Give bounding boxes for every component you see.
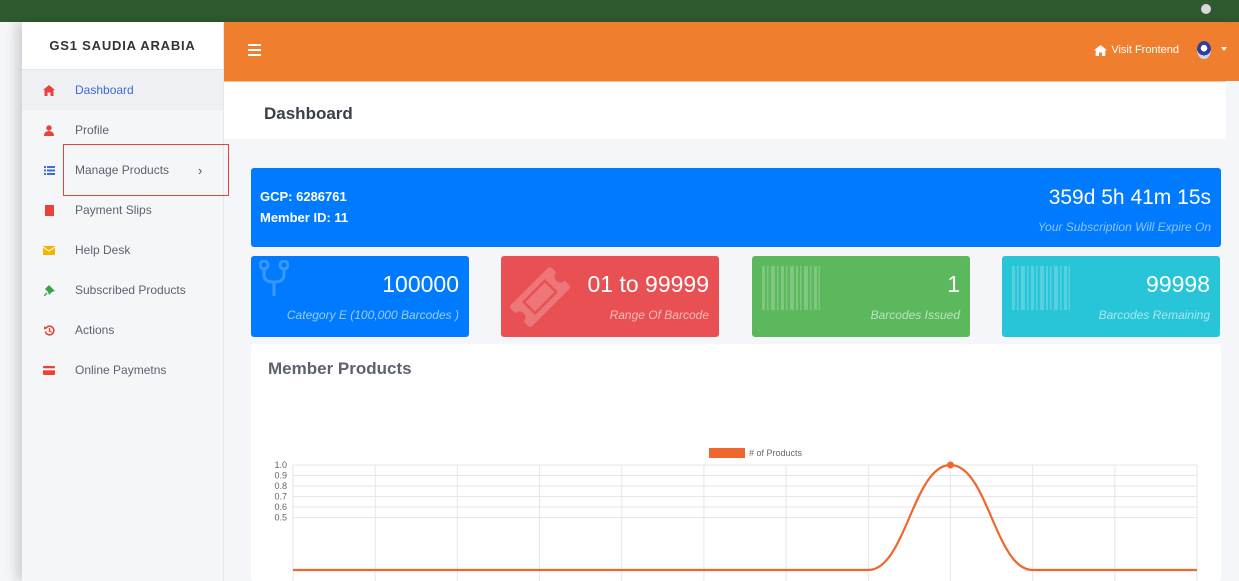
sidebar-item-help-desk[interactable]: Help Desk — [22, 230, 223, 270]
sidebar-item-label: Help Desk — [75, 243, 131, 257]
caret-down-icon[interactable] — [1221, 47, 1227, 51]
sidebar-item-manage-products[interactable]: Manage Products › — [22, 150, 223, 190]
sidebar-item-label: Manage Products — [75, 163, 170, 177]
subscription-expiry-label: Your Subscription Will Expire On — [1037, 220, 1211, 234]
subscription-countdown: 359d 5h 41m 15s — [1048, 186, 1211, 209]
y-tick-label: 0.7 — [274, 492, 287, 502]
sidebar-item-label: Dashboard — [75, 83, 134, 97]
list-icon — [42, 163, 56, 177]
credit-card-icon — [42, 363, 56, 377]
stat-card-category: 100000 Category E (100,000 Barcodes ) — [251, 256, 469, 337]
sidebar-item-dashboard[interactable]: Dashboard — [22, 70, 223, 110]
y-tick-label: 0.5 — [274, 513, 287, 523]
visit-frontend-label: Visit Frontend — [1111, 44, 1179, 56]
sidebar-item-profile[interactable]: Profile — [22, 110, 223, 150]
sidebar-item-label: Subscribed Products — [75, 283, 186, 297]
fork-icon — [259, 260, 289, 296]
user-icon — [42, 123, 56, 137]
ticket-icon — [510, 267, 570, 327]
data-point — [946, 461, 954, 469]
visit-frontend-link[interactable]: Visit Frontend — [1094, 44, 1179, 56]
home-icon — [1094, 44, 1108, 56]
stat-label: Range Of Barcode — [609, 308, 709, 322]
window-control-dot[interactable] — [1201, 4, 1211, 14]
barcode-icon — [1012, 266, 1070, 310]
barcode-icon — [762, 266, 820, 310]
stat-card-issued: 1 Barcodes Issued — [752, 256, 970, 337]
user-menu[interactable] — [1197, 39, 1215, 61]
stat-label: Category E (100,000 Barcodes ) — [286, 308, 459, 322]
stat-card-remaining: 99998 Barcodes Remaining — [1002, 256, 1220, 337]
y-tick-label: 0.6 — [274, 502, 287, 512]
chevron-right-icon: › — [198, 162, 203, 178]
app-frame: GS1 SAUDIA ARABIA Dashboard Profile Mana… — [22, 22, 1239, 581]
sidebar-item-actions[interactable]: Actions — [22, 310, 223, 350]
brand-logo-text[interactable]: GS1 SAUDIA ARABIA — [22, 22, 223, 70]
member-id-text: Member ID: 11 — [260, 210, 349, 225]
stat-label: Barcodes Issued — [870, 308, 960, 322]
thumbtack-icon — [42, 283, 56, 297]
legend-label: # of Products — [749, 448, 803, 458]
member-products-chart: 1.00.90.80.70.60.5 # of Products — [274, 448, 1198, 581]
subscription-banner: GCP: 6286761 Member ID: 11 359d 5h 41m 1… — [251, 168, 1221, 247]
stat-card-range: 01 to 99999 Range Of Barcode — [501, 256, 719, 337]
menu-toggle-icon[interactable] — [248, 44, 261, 56]
stat-value: 100000 — [382, 271, 459, 297]
envelope-icon — [42, 243, 56, 257]
sidebar-item-label: Payment Slips — [75, 203, 152, 217]
sidebar-item-online-payments[interactable]: Online Paymetns — [22, 350, 223, 390]
stat-value: 1 — [947, 271, 960, 297]
page-title: Dashboard — [264, 104, 353, 123]
sidebar-item-label: Profile — [75, 123, 110, 137]
top-navbar: Visit Frontend — [224, 22, 1239, 81]
sidebar-nav: Dashboard Profile Manage Products › Paym… — [22, 70, 223, 390]
y-tick-label: 0.9 — [274, 471, 287, 481]
avatar[interactable] — [1197, 41, 1211, 59]
window-top-strip — [0, 0, 1239, 22]
sidebar-item-label: Online Paymetns — [75, 363, 167, 377]
y-tick-label: 1.0 — [274, 460, 287, 470]
gcp-text: GCP: 6286761 — [260, 189, 347, 204]
y-tick-label: 0.8 — [274, 481, 287, 491]
sidebar-item-subscribed-products[interactable]: Subscribed Products — [22, 270, 223, 310]
stat-label: Barcodes Remaining — [1098, 308, 1210, 322]
sidebar-item-payment-slips[interactable]: Payment Slips — [22, 190, 223, 230]
page-header: Dashboard — [224, 81, 1226, 139]
home-icon — [42, 83, 56, 97]
sidebar-item-label: Actions — [75, 323, 115, 337]
file-icon — [42, 203, 56, 217]
stat-value: 99998 — [1146, 271, 1210, 297]
history-icon — [42, 323, 56, 337]
sidebar: GS1 SAUDIA ARABIA Dashboard Profile Mana… — [22, 22, 224, 581]
stat-value: 01 to 99999 — [587, 271, 709, 297]
member-products-panel: Member Products 1.0 0.9 0.8 0.7 0.6 0.5 # of P… — [251, 344, 1221, 581]
legend-swatch — [709, 448, 745, 458]
